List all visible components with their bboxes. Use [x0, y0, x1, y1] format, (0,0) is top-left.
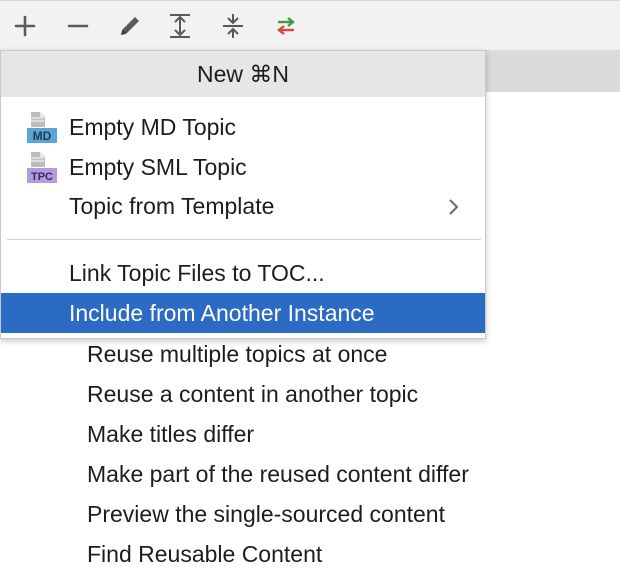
list-item[interactable]: Make part of the reused content differ: [87, 456, 469, 496]
menu-item-label: Empty MD Topic: [69, 113, 237, 140]
tree-header: [486, 50, 620, 92]
list-item[interactable]: Find Reusable Content: [87, 536, 469, 576]
minus-icon: [67, 24, 89, 28]
topic-list: Reuse multiple topics at once Reuse a co…: [87, 336, 469, 576]
remove-button[interactable]: [61, 9, 95, 43]
list-item[interactable]: Reuse a content in another topic: [87, 376, 469, 416]
new-popup-menu: New ⌘N MD Empty MD Topic TPC Empty SML T…: [0, 50, 486, 339]
expand-all-button[interactable]: [163, 9, 197, 43]
menu-separator: [7, 239, 481, 240]
list-item[interactable]: Reuse multiple topics at once: [87, 336, 469, 376]
add-button[interactable]: [8, 9, 42, 43]
menu-item-include-from-another-instance[interactable]: Include from Another Instance: [1, 293, 485, 333]
toolbar: [0, 0, 620, 50]
plus-icon: [14, 15, 36, 37]
expand-all-icon: [170, 14, 190, 38]
menu-item-label: Empty SML Topic: [69, 153, 247, 180]
swap-icon: [277, 17, 295, 35]
menu-item-label: Include from Another Instance: [69, 299, 375, 326]
collapse-all-icon: [223, 14, 243, 38]
menu-item-label: Link Topic Files to TOC...: [69, 259, 325, 286]
md-badge-label: MD: [33, 129, 52, 143]
menu-item-topic-from-template[interactable]: Topic from Template: [1, 187, 485, 225]
pencil-icon: [121, 17, 139, 35]
list-item[interactable]: Preview the single-sourced content: [87, 496, 469, 536]
popup-title: New ⌘N: [1, 51, 485, 97]
list-item[interactable]: Make titles differ: [87, 416, 469, 456]
menu-item-empty-sml-topic[interactable]: TPC Empty SML Topic: [1, 147, 485, 187]
swap-button[interactable]: [269, 9, 303, 43]
menu-item-empty-md-topic[interactable]: MD Empty MD Topic: [1, 107, 485, 147]
tpc-badge-label: TPC: [31, 171, 53, 183]
menu-item-label: Topic from Template: [69, 192, 275, 219]
menu-item-link-topic-files[interactable]: Link Topic Files to TOC...: [1, 253, 485, 293]
sml-file-icon: TPC: [27, 152, 57, 183]
collapse-all-button[interactable]: [216, 9, 250, 43]
edit-button[interactable]: [113, 9, 147, 43]
chevron-right-icon: [449, 199, 459, 215]
md-file-icon: MD: [27, 112, 57, 143]
